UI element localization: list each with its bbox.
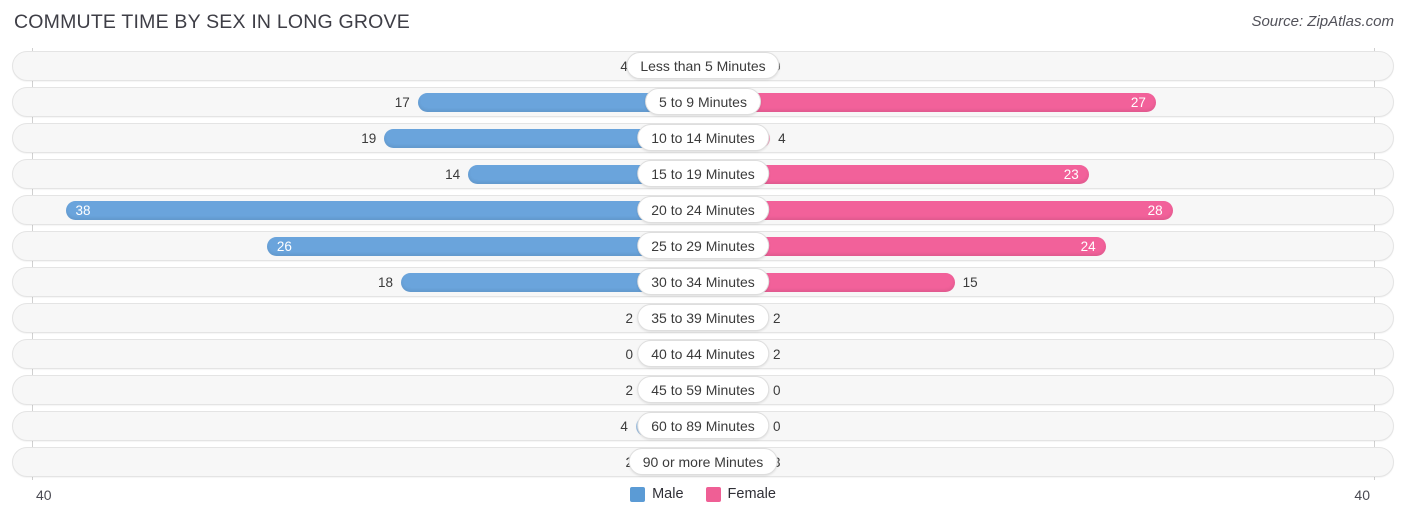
value-label-male: 14 <box>445 167 461 182</box>
value-label-female: 27 <box>1130 95 1146 110</box>
value-label-male: 0 <box>625 347 633 362</box>
bar-female[interactable] <box>703 93 1156 112</box>
value-label-male: 2 <box>581 453 633 472</box>
table-row: 2 2 35 to 39 Minutes <box>0 300 1406 336</box>
category-label[interactable]: 15 to 19 Minutes <box>637 160 769 187</box>
plot-area: 40Less than 5 Minutes17275 to 9 Minutes1… <box>0 48 1406 480</box>
table-row: 18 15 30 to 34 Minutes <box>0 264 1406 300</box>
category-label[interactable]: 90 or more Minutes <box>628 448 778 475</box>
chart-root: COMMUTE TIME BY SEX IN LONG GROVE Source… <box>0 0 1406 523</box>
value-label-male: 2 <box>625 311 633 326</box>
value-label-male: 26 <box>276 239 292 254</box>
category-label[interactable]: 25 to 29 Minutes <box>637 232 769 259</box>
category-label[interactable]: 10 to 14 Minutes <box>637 124 769 151</box>
value-label-male: 18 <box>378 275 394 290</box>
value-label-male: 2 <box>625 383 633 398</box>
value-label-male: 38 <box>75 203 91 218</box>
table-row: 2 390 or more Minutes <box>0 444 1406 480</box>
legend-swatch-icon <box>705 486 721 502</box>
table-row: 17 27 5 to 9 Minutes <box>0 84 1406 120</box>
table-row: 4 0 60 to 89 Minutes <box>0 408 1406 444</box>
value-label-female: 0 <box>773 419 781 434</box>
legend-item-male[interactable]: Male <box>630 486 684 502</box>
category-label[interactable]: 35 to 39 Minutes <box>637 304 769 331</box>
table-row: 14 23 15 to 19 Minutes <box>0 156 1406 192</box>
legend-label: Male <box>652 486 684 502</box>
chart-footer: 40 40 Male Female <box>0 482 1406 523</box>
category-label[interactable]: 40 to 44 Minutes <box>637 340 769 367</box>
value-label-female: 0 <box>773 383 781 398</box>
bar-female[interactable] <box>703 201 1173 220</box>
table-row: 2 0 45 to 59 Minutes <box>0 372 1406 408</box>
category-label[interactable]: 60 to 89 Minutes <box>637 412 769 439</box>
value-label-male: 4 <box>620 419 628 434</box>
table-row: 26 24 25 to 29 Minutes <box>0 228 1406 264</box>
value-label-female: 2 <box>773 311 781 326</box>
legend-swatch-icon <box>630 486 646 502</box>
page-title: COMMUTE TIME BY SEX IN LONG GROVE <box>14 11 410 33</box>
value-label-male: 19 <box>361 131 377 146</box>
category-label[interactable]: 20 to 24 Minutes <box>637 196 769 223</box>
chart-legend: Male Female <box>0 486 1406 502</box>
table-row: 19 4 10 to 14 Minutes <box>0 120 1406 156</box>
category-label[interactable]: 5 to 9 Minutes <box>645 88 761 115</box>
value-label-male: 17 <box>394 95 410 110</box>
table-row: 38 28 20 to 24 Minutes <box>0 192 1406 228</box>
value-label-female: 3 <box>773 453 825 472</box>
value-label-female: 28 <box>1147 203 1163 218</box>
category-label[interactable]: Less than 5 Minutes <box>626 52 780 79</box>
bar-male[interactable] <box>65 201 703 220</box>
bar-rows: 40Less than 5 Minutes17275 to 9 Minutes1… <box>0 48 1406 480</box>
legend-item-female[interactable]: Female <box>705 486 776 502</box>
value-label-female: 0 <box>773 57 825 76</box>
category-label[interactable]: 30 to 34 Minutes <box>637 268 769 295</box>
value-label-female: 4 <box>778 131 786 146</box>
chart-header: COMMUTE TIME BY SEX IN LONG GROVE Source… <box>0 0 1406 46</box>
table-row: 4 0Less than 5 Minutes <box>0 48 1406 84</box>
value-label-female: 24 <box>1080 239 1096 254</box>
legend-label: Female <box>727 486 776 502</box>
value-label-male: 4 <box>620 59 628 74</box>
value-label-female: 2 <box>773 347 781 362</box>
category-label[interactable]: 45 to 59 Minutes <box>637 376 769 403</box>
source-label: Source: ZipAtlas.com <box>1251 13 1394 30</box>
value-label-female: 15 <box>962 275 978 290</box>
table-row: 0 2 40 to 44 Minutes <box>0 336 1406 372</box>
value-label-female: 23 <box>1063 167 1079 182</box>
